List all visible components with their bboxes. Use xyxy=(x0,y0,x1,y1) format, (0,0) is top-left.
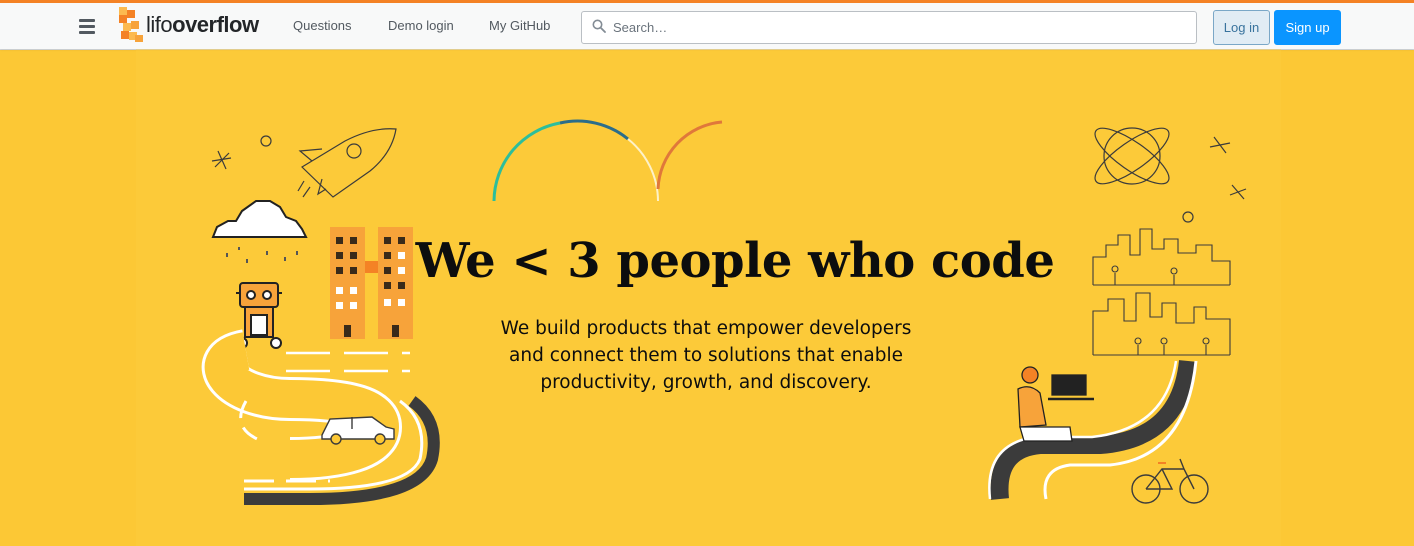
logo-light-text: lifo xyxy=(146,12,173,37)
search-input[interactable] xyxy=(613,12,1183,43)
nav-demo-login[interactable]: Demo login xyxy=(388,18,454,33)
hamburger-icon[interactable] xyxy=(79,19,95,34)
hero-subtitle: We build products that empower developer… xyxy=(500,318,912,393)
hero-banner: We < 3 people who code We build products… xyxy=(0,49,1414,546)
signup-button[interactable]: Sign up xyxy=(1274,10,1341,45)
hero-title: We < 3 people who code xyxy=(415,233,1055,289)
site-logo[interactable]: lifooverflow xyxy=(116,5,271,45)
logo-bold-text: overflow xyxy=(172,12,259,37)
nav-my-github[interactable]: My GitHub xyxy=(489,18,550,33)
nav-questions[interactable]: Questions xyxy=(293,18,352,33)
lifo-logo-icon xyxy=(119,7,143,42)
top-bar: lifooverflow Questions Demo login My Git… xyxy=(0,0,1414,49)
logo-wordmark: lifooverflow xyxy=(146,12,259,38)
login-button[interactable]: Log in xyxy=(1213,10,1270,45)
search-icon xyxy=(592,19,606,33)
hero-illustration xyxy=(136,49,1281,546)
search-box[interactable] xyxy=(581,11,1197,44)
